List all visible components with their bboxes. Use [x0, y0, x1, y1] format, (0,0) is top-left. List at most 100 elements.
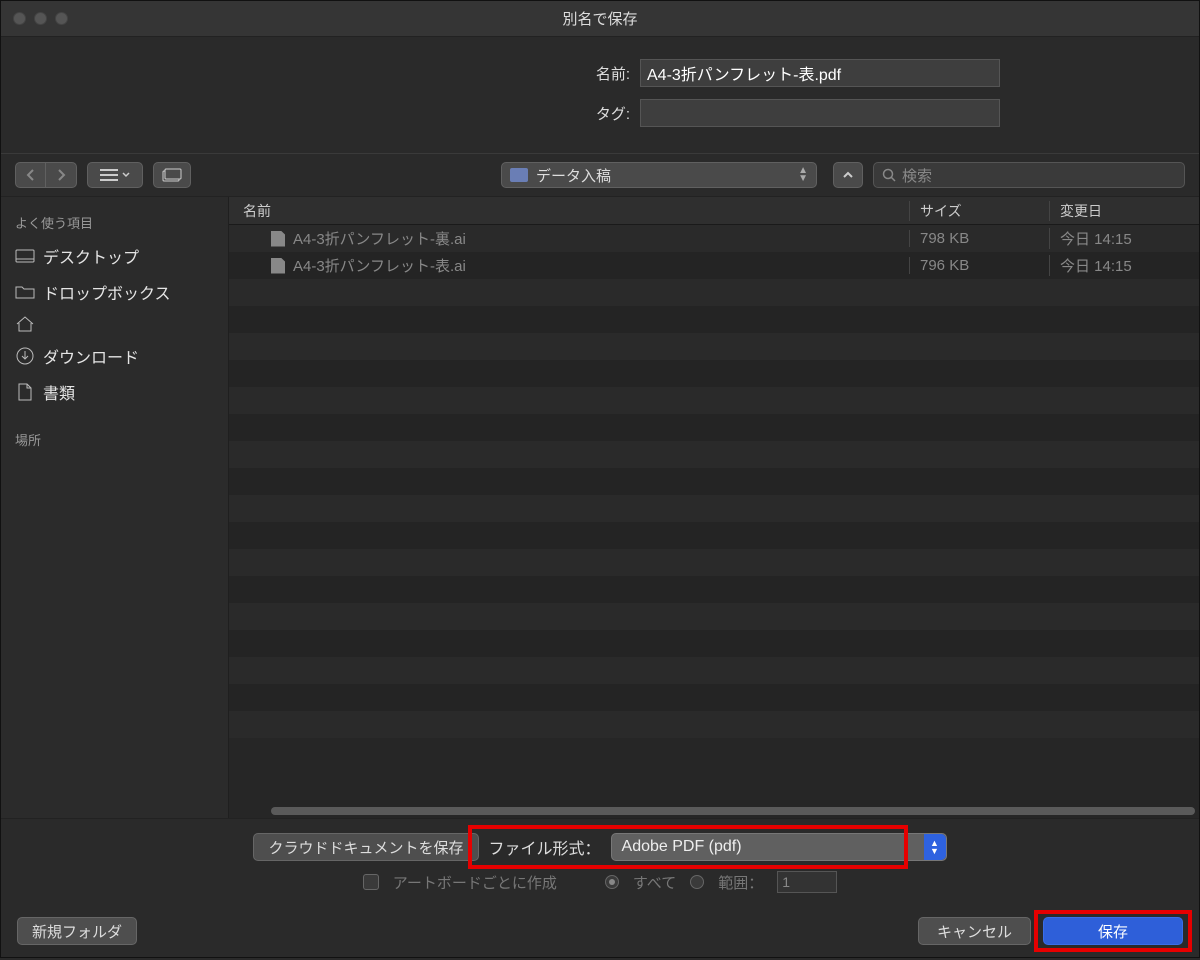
sidebar-item-label: ドロップボックス: [43, 280, 171, 304]
save-as-dialog: 別名で保存 名前: タグ:: [0, 0, 1200, 958]
folder-icon: [15, 284, 35, 300]
empty-row: [229, 522, 1199, 549]
save-button[interactable]: 保存: [1043, 917, 1183, 945]
forward-button[interactable]: [46, 163, 76, 187]
empty-row: [229, 306, 1199, 333]
folder-group-icon: [162, 168, 182, 182]
sidebar-item-desktop[interactable]: デスクトップ: [1, 238, 228, 274]
cancel-button[interactable]: キャンセル: [918, 917, 1031, 945]
file-rows: A4-3折パンフレット-裏.ai 798 KB 今日 14:15 A4-3折パン…: [229, 225, 1199, 804]
empty-row: [229, 279, 1199, 306]
zoom-window-button[interactable]: [55, 12, 68, 25]
file-list-pane: 名前 サイズ 変更日 A4-3折パンフレット-裏.ai 798 KB 今日 14…: [229, 197, 1199, 818]
location-popup[interactable]: データ入稿 ▲▼: [501, 162, 817, 188]
document-icon: [15, 384, 35, 400]
artboard-checkbox-label: アートボードごとに作成: [393, 872, 557, 893]
empty-row: [229, 441, 1199, 468]
file-date: 今日 14:15: [1049, 255, 1199, 276]
empty-row: [229, 711, 1199, 738]
empty-row: [229, 468, 1199, 495]
column-header-name[interactable]: 名前: [229, 201, 909, 221]
sidebar-item-dropbox[interactable]: ドロップボックス: [1, 274, 228, 310]
empty-row: [229, 684, 1199, 711]
file-icon: [271, 231, 285, 247]
main-area: よく使う項目 デスクトップ ドロップボックス ダウンロード 書類 場所: [1, 197, 1199, 819]
file-row[interactable]: A4-3折パンフレット-裏.ai 798 KB 今日 14:15: [229, 225, 1199, 252]
sidebar-favorites-heading: よく使う項目: [1, 207, 228, 238]
minimize-window-button[interactable]: [34, 12, 47, 25]
browser-toolbar: データ入稿 ▲▼ 検索: [1, 153, 1199, 197]
sidebar-item-label: 書類: [43, 380, 75, 404]
group-button[interactable]: [153, 162, 191, 188]
horizontal-scrollbar[interactable]: [229, 804, 1199, 818]
filename-label: 名前:: [200, 63, 640, 84]
traffic-lights: [13, 12, 68, 25]
search-placeholder: 検索: [902, 165, 932, 186]
empty-row: [229, 630, 1199, 657]
search-input[interactable]: 検索: [873, 162, 1185, 188]
file-name: A4-3折パンフレット-表.ai: [293, 255, 466, 276]
file-name: A4-3折パンフレット-裏.ai: [293, 228, 466, 249]
range-radio[interactable]: [690, 875, 704, 889]
file-date: 今日 14:15: [1049, 228, 1199, 249]
column-header-date[interactable]: 変更日: [1049, 201, 1199, 221]
sidebar-item-home[interactable]: [1, 310, 228, 338]
all-radio-label: すべて: [633, 872, 676, 893]
updown-icon: ▲▼: [924, 834, 946, 860]
empty-row: [229, 495, 1199, 522]
sidebar-item-label: ダウンロード: [43, 344, 139, 368]
empty-row: [229, 360, 1199, 387]
empty-row: [229, 333, 1199, 360]
download-icon: [15, 348, 35, 364]
file-format-label: ファイル形式：: [489, 835, 601, 859]
file-format-value: Adobe PDF (pdf): [622, 838, 742, 856]
column-header-size[interactable]: サイズ: [909, 201, 1049, 221]
list-icon: [100, 169, 118, 181]
file-size: 796 KB: [909, 257, 1049, 274]
file-icon: [271, 258, 285, 274]
close-window-button[interactable]: [13, 12, 26, 25]
file-format-select[interactable]: Adobe PDF (pdf) ▲▼: [611, 833, 947, 861]
empty-row: [229, 603, 1199, 630]
search-icon: [882, 168, 896, 182]
filename-input[interactable]: [640, 59, 1000, 87]
enclosing-folder-button[interactable]: [833, 162, 863, 188]
folder-icon: [510, 168, 528, 182]
empty-row: [229, 549, 1199, 576]
new-folder-button[interactable]: 新規フォルダ: [17, 917, 137, 945]
sidebar: よく使う項目 デスクトップ ドロップボックス ダウンロード 書類 場所: [1, 197, 229, 818]
all-radio[interactable]: [605, 875, 619, 889]
view-mode-button[interactable]: [87, 162, 143, 188]
back-button[interactable]: [16, 163, 46, 187]
name-tag-area: 名前: タグ:: [1, 37, 1199, 153]
list-header: 名前 サイズ 変更日: [229, 197, 1199, 225]
empty-row: [229, 414, 1199, 441]
file-row[interactable]: A4-3折パンフレット-表.ai 796 KB 今日 14:15: [229, 252, 1199, 279]
desktop-icon: [15, 248, 35, 264]
dialog-footer: 新規フォルダ キャンセル 保存: [1, 905, 1199, 957]
home-icon: [15, 316, 35, 332]
chevron-down-icon: [122, 172, 130, 178]
nav-back-forward: [15, 162, 77, 188]
sidebar-locations-heading: 場所: [1, 424, 228, 455]
window-title: 別名で保存: [1, 8, 1199, 29]
titlebar: 別名で保存: [1, 1, 1199, 37]
empty-row: [229, 576, 1199, 603]
sidebar-item-documents[interactable]: 書類: [1, 374, 228, 410]
location-label: データ入稿: [536, 165, 611, 186]
empty-row: [229, 657, 1199, 684]
sidebar-item-downloads[interactable]: ダウンロード: [1, 338, 228, 374]
sidebar-item-label: デスクトップ: [43, 244, 139, 268]
options-area: クラウドドキュメントを保存 ファイル形式： Adobe PDF (pdf) ▲▼…: [1, 819, 1199, 905]
artboard-options-row: アートボードごとに作成 すべて 範囲：: [1, 871, 1199, 893]
tags-label: タグ:: [200, 103, 640, 124]
artboard-checkbox[interactable]: [363, 874, 379, 890]
file-size: 798 KB: [909, 230, 1049, 247]
save-cloud-document-button[interactable]: クラウドドキュメントを保存: [253, 833, 478, 861]
range-radio-label: 範囲：: [718, 872, 763, 893]
empty-row: [229, 387, 1199, 414]
range-input[interactable]: [777, 871, 837, 893]
updown-icon: ▲▼: [798, 167, 808, 183]
tags-input[interactable]: [640, 99, 1000, 127]
chevron-up-icon: [842, 169, 854, 181]
